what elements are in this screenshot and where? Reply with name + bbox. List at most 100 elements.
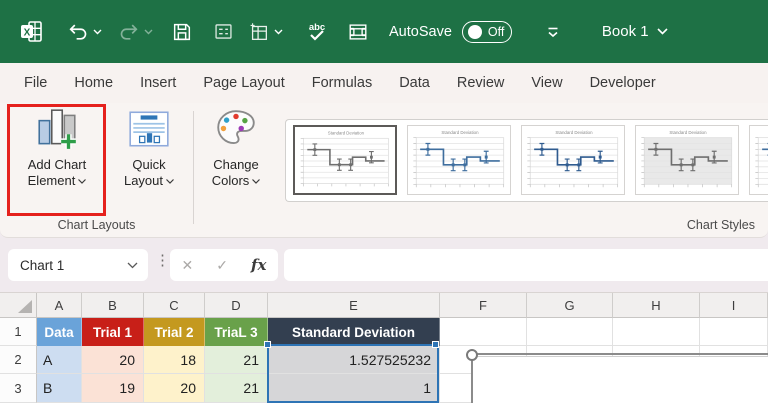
tab-page-layout[interactable]: Page Layout: [203, 75, 284, 91]
cell-c3[interactable]: 20: [144, 374, 205, 403]
change-colors-icon: [217, 110, 255, 145]
excel-logo-icon: X: [21, 21, 42, 42]
ribbon-options-icon[interactable]: [546, 26, 560, 38]
redo-icon[interactable]: [118, 21, 140, 43]
chart-style-thumbnail-5[interactable]: [749, 125, 768, 195]
tab-home[interactable]: Home: [74, 75, 113, 91]
autosave-label: AutoSave: [389, 23, 452, 40]
cell-e1[interactable]: Standard Deviation: [268, 318, 440, 346]
cell-f3[interactable]: [440, 374, 527, 403]
cell-b3[interactable]: 19: [82, 374, 144, 403]
cell-a3[interactable]: B: [37, 374, 82, 403]
select-all-button[interactable]: [0, 293, 37, 318]
column-header-d[interactable]: D: [205, 293, 268, 318]
ribbon-content: Add Chart Element Quick Layout Change Co…: [0, 103, 768, 238]
group-label-chart-styles: Chart Styles: [686, 218, 755, 232]
formula-input[interactable]: [284, 249, 768, 281]
cell-f2[interactable]: [440, 346, 527, 374]
ribbon-tab-bar: File Home Insert Page Layout Formulas Da…: [0, 63, 768, 103]
pivottable-dropdown-icon[interactable]: [274, 29, 283, 35]
name-box[interactable]: Chart 1: [8, 249, 148, 281]
autosave-toggle[interactable]: AutoSave Off: [389, 20, 512, 43]
camera-grid-icon[interactable]: [347, 21, 369, 43]
chart-style-thumbnail-4[interactable]: [635, 125, 739, 195]
workbook-name-label: Book 1: [601, 23, 649, 40]
insert-function-icon[interactable]: fx: [251, 256, 266, 274]
quick-layout-icon: [129, 111, 169, 147]
column-header-c[interactable]: C: [144, 293, 205, 318]
spreadsheet-grid: A B C D E F G H I 1 Data Trial 1 Trial 2…: [0, 293, 768, 403]
chart-styles-gallery: [285, 119, 768, 202]
column-header-h[interactable]: H: [613, 293, 700, 318]
tab-view[interactable]: View: [531, 75, 562, 91]
cell-h3[interactable]: [613, 374, 700, 403]
tab-formulas[interactable]: Formulas: [312, 75, 372, 91]
add-chart-element-icon: [38, 109, 76, 149]
autosave-state: Off: [487, 24, 505, 39]
cell-a1[interactable]: Data: [37, 318, 82, 346]
svg-text:X: X: [24, 28, 31, 39]
tab-data[interactable]: Data: [399, 75, 430, 91]
undo-icon[interactable]: [67, 21, 89, 43]
cell-g1[interactable]: [527, 318, 613, 346]
quick-layout-button[interactable]: Quick Layout: [112, 106, 186, 189]
chevron-down-icon: [657, 28, 668, 35]
cell-i1[interactable]: [700, 318, 768, 346]
chevron-down-icon: [252, 179, 261, 184]
workbook-title[interactable]: Book 1: [602, 23, 668, 40]
change-colors-button[interactable]: Change Colors: [202, 106, 270, 189]
cell-h2[interactable]: [613, 346, 700, 374]
tab-developer[interactable]: Developer: [590, 75, 656, 91]
formula-bar-row: Chart 1 ⋮ ✕ ✓ fx: [0, 230, 768, 293]
cell-i3[interactable]: [700, 374, 768, 403]
undo-dropdown-icon[interactable]: [93, 29, 102, 35]
column-header-e[interactable]: E: [268, 293, 440, 318]
more-options-icon[interactable]: ⋮: [155, 253, 170, 268]
select-all-triangle-icon: [18, 300, 32, 313]
cell-b1[interactable]: Trial 1: [82, 318, 144, 346]
cell-d2[interactable]: 21: [205, 346, 268, 374]
column-header-a[interactable]: A: [37, 293, 82, 318]
chevron-down-icon: [78, 179, 87, 184]
chart-style-thumbnail-3[interactable]: [521, 125, 625, 195]
redo-dropdown-icon[interactable]: [144, 29, 153, 35]
tab-insert[interactable]: Insert: [140, 75, 176, 91]
row-header-1[interactable]: 1: [0, 318, 37, 346]
column-header-f[interactable]: F: [440, 293, 527, 318]
pivottable-icon[interactable]: [248, 21, 270, 43]
cell-a2[interactable]: A: [37, 346, 82, 374]
group-label-chart-layouts: Chart Layouts: [57, 218, 136, 232]
column-header-i[interactable]: I: [700, 293, 768, 318]
cell-f1[interactable]: [440, 318, 527, 346]
form-icon[interactable]: [213, 21, 234, 42]
tab-review[interactable]: Review: [457, 75, 505, 91]
chart-style-thumbnail-2[interactable]: [407, 125, 511, 195]
cell-h1[interactable]: [613, 318, 700, 346]
cell-d1[interactable]: TriaL 3: [205, 318, 268, 346]
cell-g3[interactable]: [527, 374, 613, 403]
autosave-switch[interactable]: Off: [461, 20, 512, 43]
column-header-g[interactable]: G: [527, 293, 613, 318]
save-icon[interactable]: [171, 21, 193, 43]
spelling-icon[interactable]: abc: [305, 20, 329, 44]
row-header-2[interactable]: 2: [0, 346, 37, 374]
cell-i2[interactable]: [700, 346, 768, 374]
chevron-down-icon[interactable]: [127, 262, 138, 269]
title-bar: X abc AutoSave Off Book 1: [0, 0, 768, 63]
enter-icon[interactable]: ✓: [216, 257, 228, 274]
cell-c1[interactable]: Trial 2: [144, 318, 205, 346]
chart-style-thumbnail-1[interactable]: [293, 125, 397, 195]
cancel-icon[interactable]: ✕: [182, 257, 194, 274]
cell-b2[interactable]: 20: [82, 346, 144, 374]
cell-g2[interactable]: [527, 346, 613, 374]
cell-e3[interactable]: 1: [268, 374, 440, 403]
cell-d3[interactable]: 21: [205, 374, 268, 403]
row-header-3[interactable]: 3: [0, 374, 37, 403]
cell-e2[interactable]: 1.527525232: [268, 346, 440, 374]
add-chart-element-button[interactable]: Add Chart Element: [10, 106, 104, 189]
toggle-knob: [467, 24, 482, 39]
cell-c2[interactable]: 18: [144, 346, 205, 374]
tab-file[interactable]: File: [24, 75, 47, 91]
column-header-b[interactable]: B: [82, 293, 144, 318]
formula-buttons: ✕ ✓ fx: [170, 249, 278, 281]
